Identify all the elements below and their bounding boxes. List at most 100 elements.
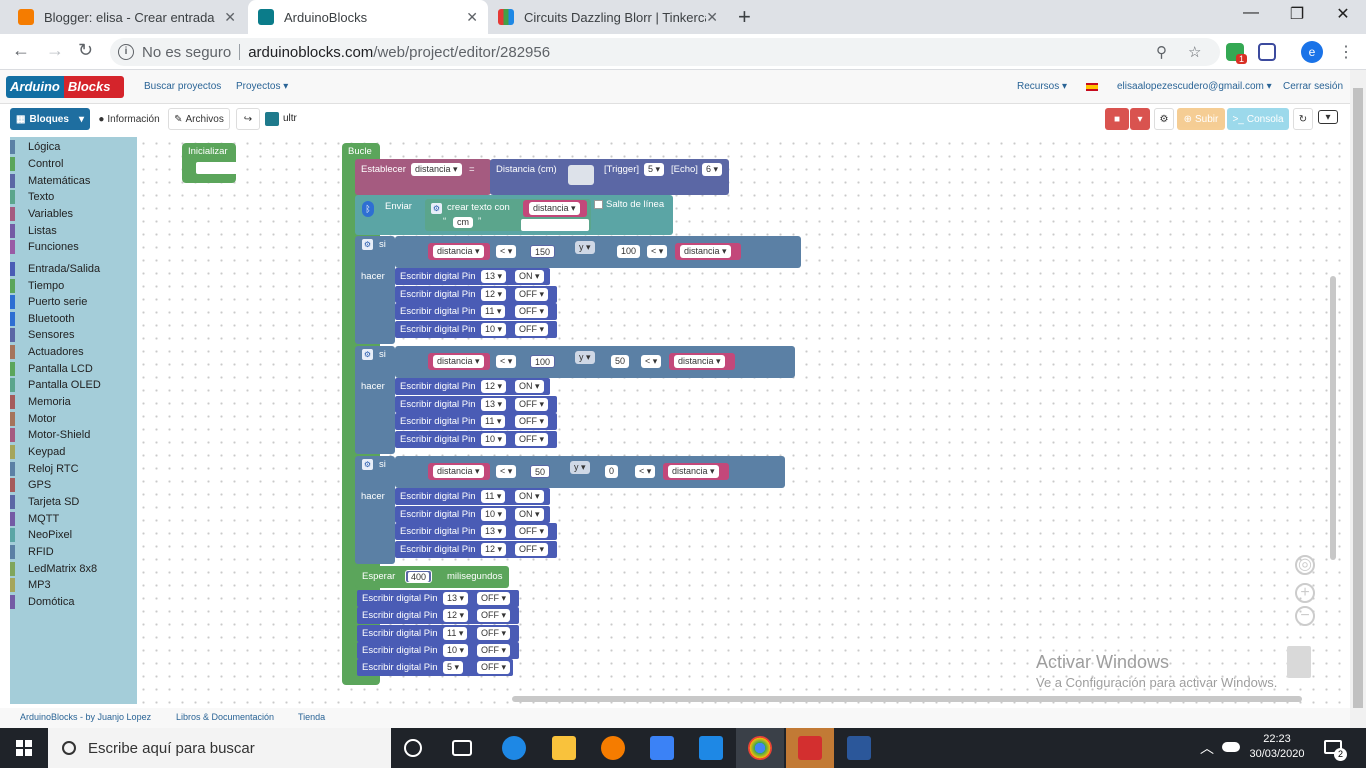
nav-proyectos[interactable]: Proyectos ▾ [236, 81, 288, 92]
taskbar-search[interactable]: Escribe aquí para buscar [48, 728, 391, 768]
number-input[interactable]: 50 [611, 355, 630, 368]
category-14[interactable]: Pantalla OLED [10, 377, 137, 393]
recenter-icon[interactable]: ◎ [1295, 555, 1315, 575]
pin-dropdown[interactable]: 10 ▾ [481, 432, 507, 446]
category-17[interactable]: Motor-Shield [10, 427, 137, 443]
cortana-icon[interactable] [404, 739, 422, 757]
subir-button[interactable]: ⊕ Subir [1177, 108, 1225, 130]
state-dropdown[interactable]: ON ▾ [515, 507, 544, 521]
board-select-button[interactable]: ▾ [1318, 110, 1338, 124]
edge-icon[interactable] [502, 736, 526, 760]
category-7[interactable]: Entrada/Salida [10, 261, 137, 277]
compare-block[interactable]: distancia ▾ < ▾ 150 [420, 240, 570, 262]
escribir-digital-block[interactable]: Escribir digital Pin 12 ▾ OFF ▾ [357, 607, 519, 625]
var-dropdown[interactable]: distancia ▾ [668, 465, 719, 478]
pin-dropdown[interactable]: 12 ▾ [481, 287, 507, 301]
category-13[interactable]: Pantalla LCD [10, 361, 137, 377]
var-dropdown[interactable]: distancia ▾ [529, 202, 580, 215]
escribir-digital-block[interactable]: Escribir digital Pin 13 ▾ OFF ▾ [395, 523, 557, 540]
archivos-button[interactable]: ✎ Archivos [168, 108, 230, 130]
si-block[interactable]: ⚙ si hacer [355, 346, 395, 454]
task-view-icon[interactable] [452, 740, 472, 756]
onedrive-icon[interactable] [1222, 742, 1240, 752]
category-15[interactable]: Memoria [10, 394, 137, 410]
windows-start-icon[interactable] [16, 740, 32, 756]
operator-dropdown[interactable]: < ▾ [635, 465, 656, 478]
gear-icon[interactable]: ⚙ [362, 349, 373, 360]
state-dropdown[interactable]: OFF ▾ [515, 287, 549, 301]
echo-pin-dropdown[interactable]: 6 ▾ [702, 163, 723, 176]
pin-dropdown[interactable]: 11 ▾ [443, 626, 468, 640]
escribir-digital-block[interactable]: Escribir digital Pin 12 ▾ OFF ▾ [395, 540, 557, 558]
menu-dots-icon[interactable]: ⋮ [1338, 42, 1354, 62]
tab-blogger[interactable]: Blogger: elisa - Crear entrada ✕ [8, 0, 246, 34]
workspace-vertical-scrollbar[interactable] [1330, 276, 1336, 560]
chevron-up-icon[interactable]: ︿ [1200, 738, 1214, 758]
category-20[interactable]: GPS [10, 477, 137, 493]
inicializar-block[interactable]: Inicializar [182, 143, 236, 183]
state-dropdown[interactable]: ON ▾ [515, 490, 544, 503]
category-8[interactable]: Tiempo [10, 278, 137, 294]
salto-checkbox[interactable] [594, 200, 603, 209]
compare-block[interactable]: 50 < ▾ distancia ▾ [603, 350, 743, 372]
back-icon[interactable]: ← [12, 40, 30, 61]
category-6[interactable]: Funciones [10, 239, 137, 255]
category-2[interactable]: Matemáticas [10, 173, 137, 189]
zoom-icon[interactable]: ⚲ [1156, 43, 1167, 61]
pin-dropdown[interactable]: 11 ▾ [481, 415, 506, 428]
state-dropdown[interactable]: ON ▾ [515, 380, 544, 393]
enviar-block[interactable]: ᛒ Enviar ⚙ crear texto con distancia ▾ “… [355, 195, 673, 235]
and-operator-dropdown[interactable]: y ▾ [575, 241, 595, 254]
state-dropdown[interactable]: OFF ▾ [515, 397, 549, 411]
escribir-digital-block[interactable]: Escribir digital Pin 11 ▾ OFF ▾ [357, 624, 519, 642]
save-button[interactable]: ■ [1105, 108, 1129, 130]
pin-dropdown[interactable]: 13 ▾ [481, 525, 507, 538]
state-dropdown[interactable]: OFF ▾ [515, 415, 549, 428]
state-dropdown[interactable]: OFF ▾ [477, 609, 511, 623]
var-dropdown[interactable]: distancia ▾ [433, 465, 484, 478]
footer-libros-link[interactable]: Libros & Documentación [176, 712, 274, 722]
escribir-digital-block[interactable]: Escribir digital Pin 12 ▾ OFF ▾ [395, 285, 557, 303]
state-dropdown[interactable]: OFF ▾ [477, 592, 511, 605]
number-input[interactable]: 100 [617, 245, 641, 258]
state-dropdown[interactable]: OFF ▾ [477, 626, 511, 640]
profile-avatar[interactable]: e [1301, 41, 1323, 63]
pin-dropdown[interactable]: 13 ▾ [481, 397, 507, 411]
si-block[interactable]: ⚙ si hacer [355, 236, 395, 344]
file-explorer-icon[interactable] [552, 736, 576, 760]
gear-icon[interactable]: ⚙ [362, 459, 373, 470]
compare-block[interactable]: 0 < ▾ distancia ▾ [597, 460, 737, 482]
crear-texto-block[interactable]: ⚙ crear texto con distancia ▾ “ cm ” [425, 199, 591, 231]
number-input[interactable]: 150 [530, 245, 556, 258]
workspace-horizontal-scrollbar[interactable] [512, 696, 1302, 702]
operator-dropdown[interactable]: < ▾ [641, 355, 662, 368]
blocks-workspace[interactable]: Inicializar Bucle Establecer distancia ▾… [137, 137, 1350, 704]
store-icon[interactable] [650, 736, 674, 760]
compare-block[interactable]: distancia ▾ < ▾ 50 [420, 460, 570, 482]
close-icon[interactable]: ✕ [706, 9, 718, 26]
logout-link[interactable]: Cerrar sesión [1283, 81, 1343, 92]
category-21[interactable]: Tarjeta SD [10, 494, 137, 510]
escribir-digital-block[interactable]: Escribir digital Pin 10 ▾ ON ▾ [395, 505, 550, 523]
nav-buscar-proyectos[interactable]: Buscar proyectos [144, 81, 221, 92]
close-window-button[interactable]: ✕ [1320, 4, 1366, 24]
minimize-button[interactable]: — [1228, 4, 1274, 22]
and-operator-dropdown[interactable]: y ▾ [575, 351, 595, 364]
informacion-button[interactable]: ● Información [94, 108, 164, 130]
operator-dropdown[interactable]: < ▾ [647, 245, 668, 258]
escribir-digital-block[interactable]: Escribir digital Pin 13 ▾ OFF ▾ [357, 590, 519, 607]
taskbar-clock[interactable]: 22:23 30/03/2020 [1246, 732, 1308, 762]
state-dropdown[interactable]: OFF ▾ [515, 432, 549, 446]
distancia-sensor-block[interactable]: Distancia (cm) [Trigger] 5 ▾ [Echo] 6 ▾ [490, 159, 729, 195]
bloques-button[interactable]: ▦ Bloques ▾ [10, 108, 90, 130]
pin-dropdown[interactable]: 13 ▾ [443, 592, 469, 605]
category-5[interactable]: Listas [10, 223, 137, 239]
category-25[interactable]: LedMatrix 8x8 [10, 561, 137, 577]
escribir-digital-block[interactable]: Escribir digital Pin 10 ▾ OFF ▾ [395, 320, 557, 338]
operator-dropdown[interactable]: < ▾ [496, 465, 517, 478]
var-dropdown[interactable]: distancia ▾ [433, 355, 484, 368]
compare-block[interactable]: 100 < ▾ distancia ▾ [609, 240, 749, 262]
category-26[interactable]: MP3 [10, 577, 137, 593]
operator-dropdown[interactable]: < ▾ [496, 355, 517, 368]
number-input[interactable]: 0 [605, 465, 619, 478]
